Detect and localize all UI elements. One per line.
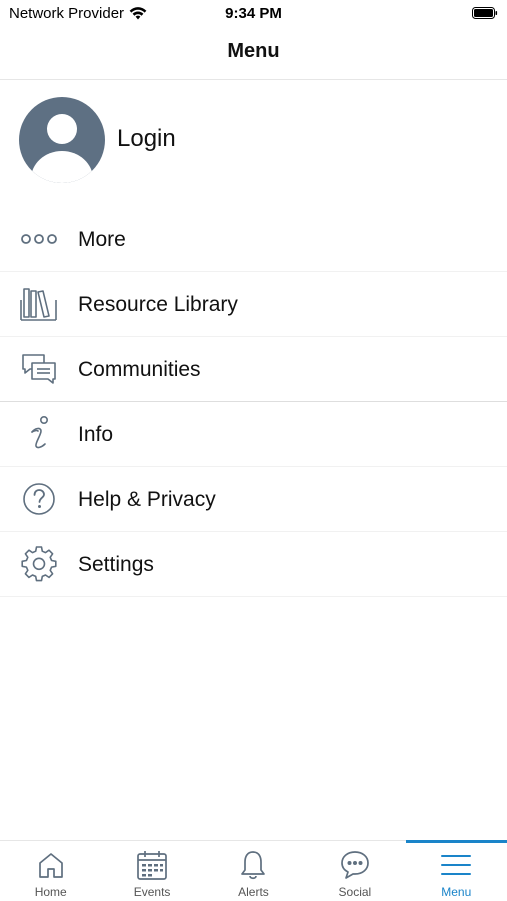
tab-label: Menu: [441, 885, 472, 899]
tab-label: Events: [133, 885, 171, 899]
status-time: 9:34 PM: [225, 5, 282, 22]
info-icon: [19, 415, 59, 452]
nav-bar: Menu: [0, 28, 507, 80]
more-dots-icon: [19, 221, 59, 257]
tab-events[interactable]: Events: [101, 841, 202, 901]
menu-item-settings[interactable]: Settings: [0, 532, 507, 597]
menu-item-help-privacy[interactable]: Help & Privacy: [0, 467, 507, 532]
home-icon: [34, 848, 68, 882]
menu-item-label: More: [78, 228, 126, 251]
tab-label: Social: [338, 885, 372, 899]
calendar-icon: [135, 848, 169, 882]
menu-item-info[interactable]: Info: [0, 402, 507, 467]
battery-icon: [472, 7, 498, 19]
menu-item-label: Help & Privacy: [78, 488, 216, 511]
login-label: Login: [117, 125, 176, 152]
speech-bubble-icon: [338, 848, 372, 882]
tab-bar: Home Events Alerts Social Menu: [0, 840, 507, 901]
menu-item-label: Communities: [78, 358, 201, 381]
menu-item-label: Settings: [78, 553, 154, 576]
gear-icon: [19, 546, 59, 582]
menu-item-label: Resource Library: [78, 293, 238, 316]
bell-icon: [236, 848, 270, 882]
help-circle-icon: [19, 481, 59, 517]
tab-menu[interactable]: Menu: [405, 840, 507, 901]
hamburger-icon: [439, 848, 473, 882]
status-bar: Network Provider 9:34 PM: [0, 0, 507, 28]
tab-alerts[interactable]: Alerts: [203, 841, 304, 901]
books-icon: [19, 286, 59, 322]
menu-item-label: Info: [78, 423, 114, 446]
tab-home[interactable]: Home: [0, 841, 101, 901]
menu-item-more[interactable]: More: [0, 207, 507, 272]
menu-item-communities[interactable]: Communities: [0, 337, 507, 402]
tab-label: Alerts: [238, 885, 269, 899]
page-title: Menu: [227, 40, 280, 62]
menu-item-resource-library[interactable]: Resource Library: [0, 272, 507, 337]
menu-list: More Resource Library Communities Info H…: [0, 207, 507, 597]
avatar-icon: [19, 97, 105, 183]
tab-social[interactable]: Social: [304, 841, 405, 901]
tab-label: Home: [34, 885, 67, 899]
login-row[interactable]: Login: [0, 96, 507, 186]
chat-bubbles-icon: [19, 351, 59, 387]
